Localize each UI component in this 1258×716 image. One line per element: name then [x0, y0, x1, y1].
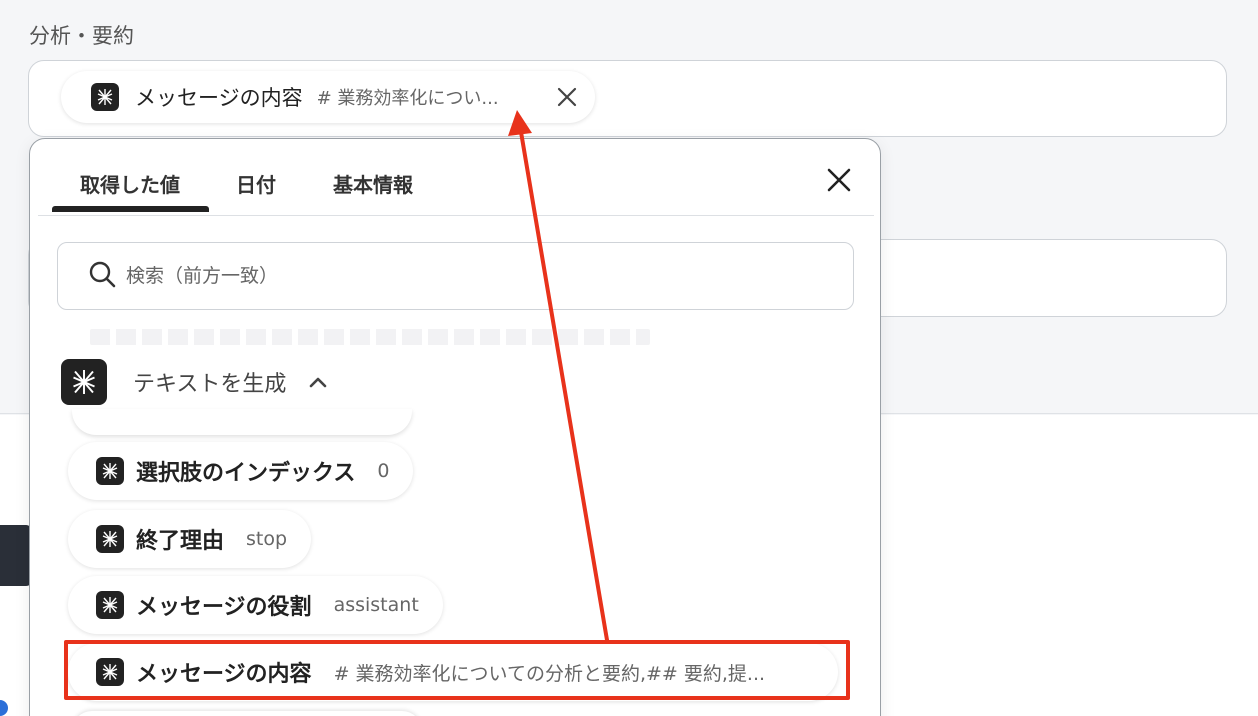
search-icon — [88, 260, 116, 292]
list-item-message-role[interactable]: メッセージの役割 assistant — [68, 576, 443, 634]
close-icon[interactable] — [555, 85, 579, 109]
item-value: assistant — [333, 594, 419, 616]
item-name: 選択肢のインデックス — [136, 461, 356, 486]
item-name: メッセージの役割 — [136, 595, 312, 620]
search-input[interactable] — [126, 265, 726, 287]
ai-model-logo-icon — [91, 83, 119, 111]
picker-tabs: 取得した値 日付 基本情報 — [30, 139, 880, 215]
tab-basic-info[interactable]: 基本情報 — [333, 169, 413, 198]
list-item[interactable] — [72, 711, 422, 716]
item-value: stop — [246, 528, 288, 550]
list-item-choice-index[interactable]: 選択肢のインデックス 0 — [68, 442, 414, 500]
value-picker-popover: 取得した値 日付 基本情報 テキストを生成 選択肢のインデックス 0 — [29, 138, 881, 716]
inserted-value-chip[interactable]: メッセージの内容 # 業務効率化につい... — [61, 71, 595, 123]
ai-model-logo-icon — [96, 457, 124, 485]
faded-scrolled-text — [90, 329, 650, 345]
ai-model-logo-icon — [96, 525, 124, 553]
group-label: テキストを生成 — [133, 372, 287, 397]
chip-value: # 業務効率化につい... — [316, 88, 499, 109]
chevron-up-icon[interactable] — [308, 375, 328, 389]
search-field[interactable] — [57, 242, 854, 310]
active-tab-indicator — [52, 206, 209, 212]
tab-acquired-values[interactable]: 取得した値 — [80, 169, 180, 198]
tab-date[interactable]: 日付 — [236, 169, 276, 198]
group-header-text-generation[interactable]: テキストを生成 — [61, 358, 328, 406]
close-icon[interactable] — [822, 163, 856, 197]
list-item-finish-reason[interactable]: 終了理由 stop — [68, 510, 312, 568]
ai-model-logo-icon — [96, 591, 124, 619]
list-item[interactable] — [72, 409, 412, 435]
section-label: 分析・要約 — [29, 24, 134, 48]
ai-model-logo-icon — [61, 359, 107, 405]
side-dark-tab[interactable] — [0, 525, 32, 586]
item-value: 0 — [377, 460, 390, 482]
tabs-divider — [38, 215, 874, 216]
highlight-annotation-box — [64, 640, 850, 700]
chip-name: メッセージの内容 — [135, 86, 303, 110]
item-name: 終了理由 — [136, 529, 225, 554]
